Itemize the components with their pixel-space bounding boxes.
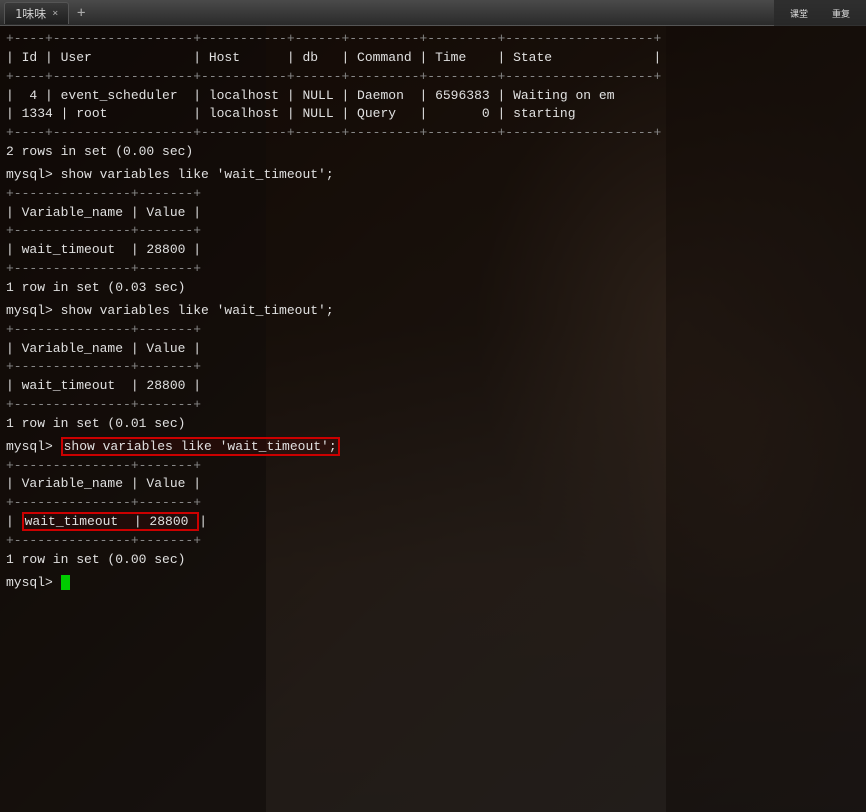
sep-var-6: +---------------+-------+: [0, 396, 866, 415]
final-prompt-line: mysql>: [0, 574, 866, 593]
side-label-1: 课堂: [779, 5, 819, 21]
sep-var-3: +---------------+-------+: [0, 260, 866, 279]
terminal-cursor: [61, 575, 70, 590]
prompt-prefix-3: mysql>: [6, 439, 61, 454]
sep-var-5: +---------------+-------+: [0, 358, 866, 377]
sep-var-4: +---------------+-------+: [0, 321, 866, 340]
var-header-3: | Variable_name | Value |: [0, 475, 866, 494]
var-header-2: | Variable_name | Value |: [0, 340, 866, 359]
prompt-line-3-highlighted: mysql> show variables like 'wait_timeout…: [0, 438, 866, 457]
wt-row-3-highlighted: | wait_timeout | 28800 |: [0, 513, 866, 532]
result-3: 1 row in set (0.01 sec): [0, 415, 866, 434]
var-header-1: | Variable_name | Value |: [0, 204, 866, 223]
wt-row-1: | wait_timeout | 28800 |: [0, 241, 866, 260]
data-row-2: | 1334 | root | localhost | NULL | Query…: [0, 105, 866, 124]
sep-var-1: +---------------+-------+: [0, 185, 866, 204]
wt-row-2: | wait_timeout | 28800 |: [0, 377, 866, 396]
highlighted-wt-row: wait_timeout | 28800: [22, 512, 200, 531]
result-1: 2 rows in set (0.00 sec): [0, 143, 866, 162]
highlighted-command: show variables like 'wait_timeout';: [61, 437, 340, 456]
result-2: 1 row in set (0.03 sec): [0, 279, 866, 298]
tab-close-btn[interactable]: ×: [52, 8, 58, 19]
new-tab-btn[interactable]: +: [71, 3, 91, 23]
sep-var-9: +---------------+-------+: [0, 532, 866, 551]
result-4: 1 row in set (0.00 sec): [0, 551, 866, 570]
wt-row-3-post: |: [199, 514, 207, 529]
sep-var-2: +---------------+-------+: [0, 222, 866, 241]
title-bar: 1味味 × + 课堂 重复: [0, 0, 866, 26]
prompt-line-2: mysql> show variables like 'wait_timeout…: [0, 302, 866, 321]
header-row: | Id | User | Host | db | Command | Time…: [0, 49, 866, 68]
terminal-window: 1味味 × + 课堂 重复 +----+------------------+-…: [0, 0, 866, 812]
terminal-content: +----+------------------+-----------+---…: [0, 26, 866, 812]
window-controls: 课堂 重复: [774, 0, 866, 26]
sep-line-2: +----+------------------+-----------+---…: [0, 68, 866, 87]
sep-var-7: +---------------+-------+: [0, 457, 866, 476]
terminal-tab[interactable]: 1味味 ×: [4, 2, 69, 24]
wt-row-3-pre: |: [6, 514, 22, 529]
data-row-1: | 4 | event_scheduler | localhost | NULL…: [0, 87, 866, 106]
final-prompt-text: mysql>: [6, 575, 61, 590]
sep-line-3: +----+------------------+-----------+---…: [0, 124, 866, 143]
sep-var-8: +---------------+-------+: [0, 494, 866, 513]
side-label-2: 重复: [821, 5, 861, 21]
sep-line-1: +----+------------------+-----------+---…: [0, 30, 866, 49]
tab-label: 1味味: [15, 5, 46, 22]
prompt-line-1: mysql> show variables like 'wait_timeout…: [0, 166, 866, 185]
